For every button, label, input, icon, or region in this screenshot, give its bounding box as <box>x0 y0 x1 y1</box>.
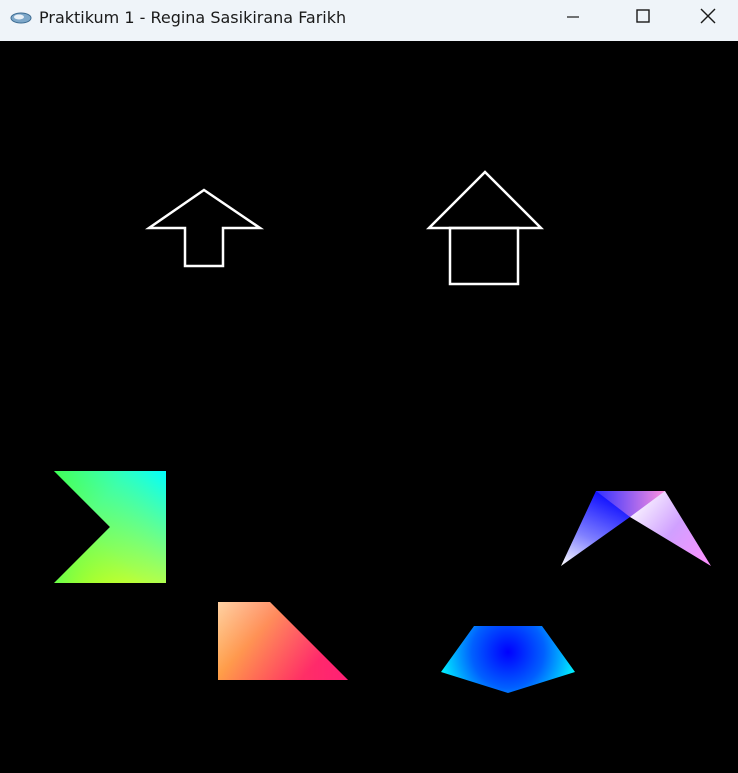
window-title: Praktikum 1 - Regina Sasikirana Farikh <box>39 8 347 27</box>
house-outline-shape <box>425 170 545 286</box>
minimize-button[interactable] <box>538 0 608 36</box>
close-button[interactable] <box>678 0 738 36</box>
maximize-button[interactable] <box>608 0 678 36</box>
gradient-arrow-quad-shape <box>54 471 166 583</box>
opengl-canvas[interactable] <box>0 41 738 773</box>
minimize-icon <box>566 9 580 28</box>
app-window: Praktikum 1 - Regina Sasikirana Farikh <box>0 0 738 773</box>
opengl-app-icon <box>10 10 32 24</box>
arrow-up-outline-shape <box>144 188 265 268</box>
close-icon <box>700 8 716 28</box>
gradient-chevron-shape <box>561 491 711 566</box>
title-bar[interactable]: Praktikum 1 - Regina Sasikirana Farikh <box>0 0 738 41</box>
gradient-trapezoid-shape <box>218 602 348 680</box>
maximize-icon <box>635 8 651 28</box>
gradient-pentagon-shape <box>441 626 575 693</box>
